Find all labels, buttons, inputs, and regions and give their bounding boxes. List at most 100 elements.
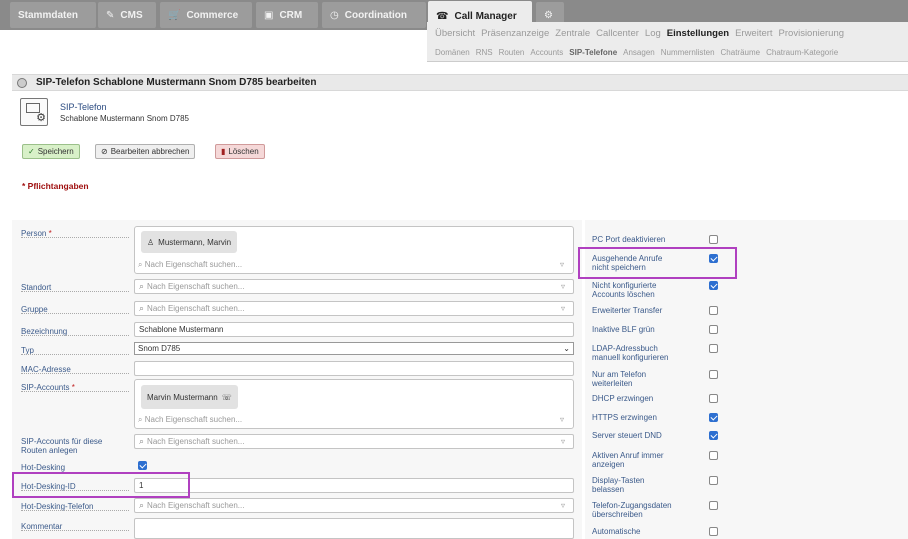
highlight-box-outgoing <box>578 247 737 279</box>
required-note: * Pflichtangaben <box>22 181 89 191</box>
subnav-item[interactable]: SIP-Telefone <box>569 48 617 57</box>
subnav-item[interactable]: Chaträume <box>721 48 761 57</box>
tab-coordination[interactable]: ◷ Coordination <box>322 2 426 28</box>
option-checkbox[interactable] <box>709 476 718 485</box>
header-type: SIP-Telefon <box>60 102 107 112</box>
option-checkbox[interactable] <box>709 431 718 440</box>
hot-desking-id-input[interactable]: 1 <box>134 478 574 493</box>
search-icon: ⌕ <box>139 281 145 291</box>
gruppe-input[interactable]: ⌕ Nach Eigenschaft suchen... ▿ <box>134 301 574 316</box>
highlight-box-hot-desking-id <box>12 472 190 498</box>
option-checkbox[interactable] <box>709 306 718 315</box>
option-label: Erweiterter Transfer <box>592 306 663 315</box>
header-name: Schablone Mustermann Snom D785 <box>60 114 189 123</box>
option-checkbox[interactable] <box>709 325 718 334</box>
hot-desking-telefon-input[interactable]: ⌕ Nach Eigenschaft suchen... ▿ <box>134 498 574 513</box>
typ-select[interactable]: Snom D785 ⌄ <box>134 342 574 355</box>
option-checkbox[interactable] <box>709 451 718 460</box>
option-checkbox[interactable] <box>709 235 718 244</box>
option-checkbox[interactable] <box>709 501 718 510</box>
save-button[interactable]: ✓ Speichern <box>22 144 80 159</box>
person-tag[interactable]: ♙ Mustermann, Marvin <box>141 231 238 253</box>
button-label: Speichern <box>37 147 74 156</box>
subnav-item[interactable]: Domänen <box>435 48 470 57</box>
option-label: Telefon-Zugangsdaten überschreiben <box>592 501 672 519</box>
contacts-icon: ▣ <box>264 9 274 21</box>
subnav-item[interactable]: Log <box>645 28 661 39</box>
cancel-edit-button[interactable]: ⊘ Bearbeiten abbrechen <box>95 144 196 159</box>
option-checkbox[interactable] <box>709 344 718 353</box>
sip-accounts-routes-label: SIP-Accounts für diese Routen anlegen <box>21 437 103 455</box>
option-checkbox[interactable] <box>709 281 718 290</box>
cart-icon: 🛒 <box>168 9 181 21</box>
subnav-item[interactable]: Nummernlisten <box>661 48 715 57</box>
mac-input[interactable] <box>134 361 574 376</box>
kommentar-input[interactable] <box>134 518 574 539</box>
dropdown-icon: ▿ <box>560 501 565 510</box>
sip-accounts-field[interactable]: Marvin Mustermann ☏ ⌕ Nach Eigenschaft su… <box>134 379 574 429</box>
search-icon: ⌕ <box>139 500 145 510</box>
person-icon: ♙ <box>147 237 155 247</box>
subnav-item[interactable]: Accounts <box>530 48 563 57</box>
tab-cms[interactable]: ✎ CMS <box>98 2 156 28</box>
sip-accounts-routes-input[interactable]: ⌕ Nach Eigenschaft suchen... ▿ <box>134 434 574 449</box>
subnav-level2: Domänen RNS Routen Accounts SIP-Telefone Ansa… <box>435 48 844 57</box>
sip-accounts-search[interactable]: ⌕ Nach Eigenschaft suchen... <box>138 415 242 425</box>
tab-stammdaten[interactable]: Stammdaten <box>10 2 96 28</box>
sub-navigation: Übersicht Präsenzanzeige Zentrale Callcente… <box>427 22 908 62</box>
tab-label: Coordination <box>344 9 407 21</box>
search-icon: ⌕ <box>139 436 145 446</box>
option-checkbox[interactable] <box>709 370 718 379</box>
subnav-item[interactable]: Ansagen <box>623 48 655 57</box>
settings-icon: ⚙ <box>544 9 553 21</box>
subnav-item[interactable]: Übersicht <box>435 28 475 39</box>
option-label: LDAP-Adressbuch manuell konfigurieren <box>592 344 669 362</box>
subnav-item[interactable]: Callcenter <box>596 28 639 39</box>
option-label: PC Port deaktivieren <box>592 235 666 244</box>
dropdown-icon: ▿ <box>560 437 565 446</box>
subnav-item[interactable]: RNS <box>476 48 493 57</box>
trash-icon: ▮ <box>221 147 226 156</box>
clock-icon: ◷ <box>330 9 339 21</box>
subnav-item[interactable]: Zentrale <box>555 28 590 39</box>
subnav-item[interactable]: Provisionierung <box>779 28 844 39</box>
check-icon: ✓ <box>28 147 35 156</box>
subnav-item[interactable]: Einstellungen <box>667 28 729 39</box>
option-checkbox[interactable] <box>709 394 718 403</box>
sip-phone-icon: ⚙ <box>20 98 48 126</box>
subnav-item[interactable]: Routen <box>499 48 525 57</box>
search-icon: ⌕ <box>138 260 143 269</box>
person-field[interactable]: ♙ Mustermann, Marvin ⌕ Nach Eigenschaft s… <box>134 226 574 274</box>
hot-desking-checkbox[interactable] <box>138 461 147 470</box>
option-checkbox[interactable] <box>709 413 718 422</box>
option-label: Nur am Telefon weiterleiten <box>592 370 647 388</box>
tab-crm[interactable]: ▣ CRM <box>256 2 318 28</box>
phone-icon: ☎ <box>436 10 449 22</box>
person-search[interactable]: ⌕ Nach Eigenschaft suchen... <box>138 260 242 270</box>
tag-label: Mustermann, Marvin <box>158 237 232 247</box>
subnav-item[interactable]: Erweitert <box>735 28 772 39</box>
delete-button[interactable]: ▮ Löschen <box>215 144 265 159</box>
option-label: Automatische <box>592 527 641 536</box>
collapse-icon[interactable] <box>17 78 27 88</box>
hot-desking-label: Hot-Desking <box>21 463 66 472</box>
search-icon: ⌕ <box>138 415 143 424</box>
standort-input[interactable]: ⌕ Nach Eigenschaft suchen... ▿ <box>134 279 574 294</box>
option-label: Nicht konfigurierte Accounts löschen <box>592 281 657 299</box>
subnav-level1: Übersicht Präsenzanzeige Zentrale Callcente… <box>435 28 850 39</box>
button-label: Löschen <box>228 147 259 156</box>
sip-account-tag[interactable]: Marvin Mustermann ☏ <box>141 385 238 409</box>
search-icon: ⌕ <box>139 303 145 313</box>
subnav-item[interactable]: Chatraum-Kategorie <box>766 48 838 57</box>
subnav-item[interactable]: Präsenzanzeige <box>481 28 549 39</box>
option-checkbox[interactable] <box>709 527 718 536</box>
tab-label: Stammdaten <box>18 9 79 21</box>
tab-label: CMS <box>120 9 143 21</box>
bezeichnung-input[interactable]: Schablone Mustermann <box>134 322 574 337</box>
tab-commerce[interactable]: 🛒 Commerce <box>160 2 252 28</box>
option-label: Display-Tasten belassen <box>592 476 645 494</box>
typ-value: Snom D785 <box>138 344 181 353</box>
tab-label: Commerce <box>186 9 239 21</box>
option-label: HTTPS erzwingen <box>592 413 657 422</box>
page-title: SIP-Telefon Schablone Mustermann Snom D7… <box>36 77 317 88</box>
